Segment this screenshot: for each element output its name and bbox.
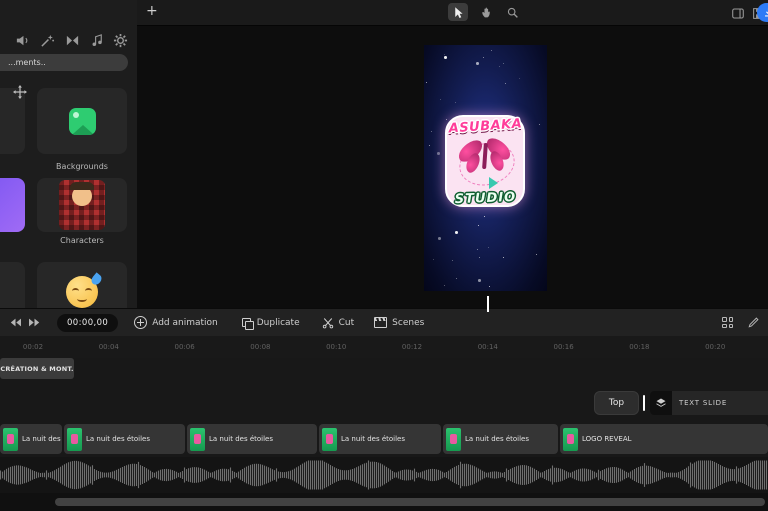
clapperboard-icon (374, 317, 388, 328)
timeline-clip[interactable]: LOGO REVEAL (560, 424, 768, 454)
timecode-display: 00:00,00 (57, 313, 119, 332)
scenes-button[interactable]: Scenes (374, 317, 424, 328)
duplicate-icon (241, 317, 254, 330)
clip-thumbnail (322, 427, 337, 451)
cut-label: Cut (338, 317, 355, 328)
timeline-clip[interactable]: La nuit des étoiles (443, 424, 558, 454)
brush-icon[interactable] (747, 316, 759, 329)
clip-label: La nuit des étoiles (22, 435, 62, 443)
volume-icon[interactable] (13, 31, 31, 49)
ruler-tick: 00:10 (326, 343, 347, 351)
video-preview[interactable]: ASUBAKA STUDIO (424, 45, 547, 291)
top-button[interactable]: Top (594, 391, 639, 415)
asset-panel: Backgrounds Characters (0, 0, 138, 322)
zoom-tool-icon[interactable] (502, 3, 522, 21)
scenes-label: Scenes (392, 317, 425, 328)
cut-button[interactable]: Cut (322, 317, 355, 329)
clip-label: La nuit des étoiles (209, 435, 274, 443)
add-button[interactable]: + (146, 3, 158, 19)
settings-gear-icon[interactable] (111, 31, 129, 49)
magic-wand-icon[interactable] (38, 31, 56, 49)
asset-card-characters[interactable] (37, 178, 127, 232)
video-editor-window: Backgrounds Characters ASUBAKA STUDIO + (0, 0, 768, 511)
asset-card-label: Backgrounds (56, 162, 108, 171)
text-track-label: TEXT SLIDE (679, 399, 728, 407)
asset-card-backgrounds[interactable] (37, 88, 127, 154)
ruler-tick: 00:02 (22, 343, 44, 351)
timeline-toolbar: 00:00,00 Add animation Duplicate Cut Sce… (0, 308, 768, 336)
duplicate-label: Duplicate (256, 317, 300, 328)
add-animation-button[interactable]: Add animation (134, 316, 218, 329)
ruler-tick: 00:12 (401, 343, 423, 351)
duplicate-button[interactable]: Duplicate (241, 317, 300, 330)
track-trim-handle[interactable] (643, 395, 645, 411)
timeline-clip[interactable]: La nuit des étoiles (64, 424, 185, 454)
clip-thumbnail (67, 427, 82, 451)
music-icon[interactable] (88, 31, 106, 49)
clip-thumbnail (190, 427, 205, 451)
starfield-background (424, 45, 425, 46)
ruler-tick: 00:06 (174, 343, 195, 351)
audio-waveform-track[interactable] (0, 457, 768, 493)
ruler-tick: 00:18 (629, 343, 650, 351)
preview-title-line2: STUDIO (454, 189, 517, 208)
canvas-area[interactable]: ASUBAKA STUDIO (137, 25, 768, 308)
ruler-tick: 00:16 (553, 343, 574, 351)
select-tool[interactable] (448, 3, 468, 21)
timeline-clip[interactable]: La nuit des étoiles (319, 424, 441, 454)
horizontal-scrollbar (0, 493, 768, 511)
ruler-tick: 00:08 (250, 343, 271, 351)
playhead[interactable] (487, 296, 489, 312)
layout-grid-icon[interactable] (722, 317, 733, 328)
hand-tool[interactable] (476, 3, 496, 21)
ruler-tick: 00:14 (477, 343, 498, 351)
character-thumbnail (59, 180, 105, 230)
clip-thumbnail (446, 427, 461, 451)
transitions-icon[interactable] (63, 31, 81, 49)
tab-creation-montage[interactable]: CRÉATION & MONT. (0, 358, 74, 379)
timeline-clip[interactable]: La nuit des étoiles (0, 424, 62, 454)
asset-card[interactable] (0, 178, 25, 232)
move-handle-icon[interactable] (13, 85, 27, 99)
clip-label: La nuit des étoiles (341, 435, 406, 443)
clip-track: La nuit des étoiles La nuit des étoiles La… (0, 424, 768, 454)
backgrounds-icon (68, 107, 96, 135)
scrollbar-thumb[interactable] (55, 498, 765, 506)
clip-thumbnail (563, 427, 578, 451)
ruler-tick: 00:04 (98, 343, 119, 351)
clip-label: La nuit des étoiles (86, 435, 151, 443)
clip-label: La nuit des étoiles (465, 435, 530, 443)
layers-icon (650, 391, 672, 415)
text-slide-track[interactable]: TEXT SLIDE (650, 391, 768, 415)
search-input[interactable] (0, 54, 128, 71)
timeline-clip[interactable]: La nuit des étoiles (187, 424, 317, 454)
emoji-icon (66, 272, 104, 308)
clip-thumbnail (3, 427, 18, 451)
plus-circle-icon (134, 316, 148, 329)
skip-back-button[interactable] (9, 317, 22, 328)
clip-label: LOGO REVEAL (582, 435, 632, 443)
play-icon (489, 177, 498, 189)
timeline-ruler[interactable]: 00:02 00:04 00:06 00:08 00:10 00:12 00:14 00:16… (0, 336, 768, 358)
add-animation-label: Add animation (152, 317, 218, 328)
skip-forward-button[interactable] (28, 317, 41, 328)
track-area: Top TEXT SLIDE La nuit des étoilesLa nui… (0, 358, 768, 457)
panel-toggle-icon[interactable] (728, 4, 748, 22)
ruler-tick: 00:20 (705, 343, 726, 351)
asset-card-label: Characters (60, 236, 104, 245)
